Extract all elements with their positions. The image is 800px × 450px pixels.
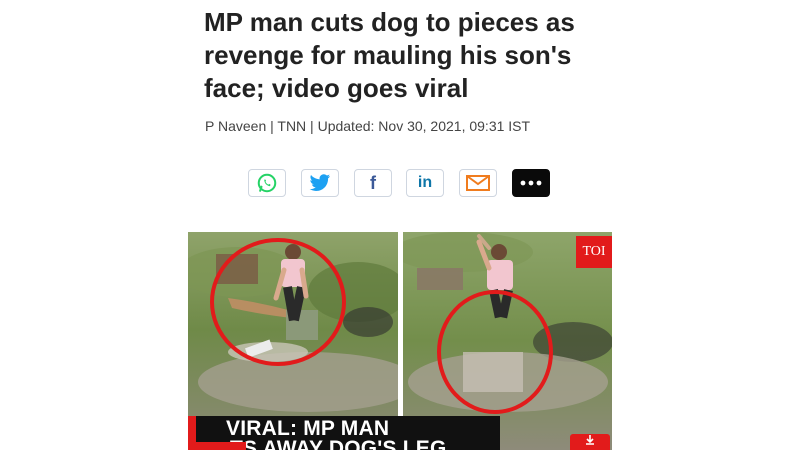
twitter-icon	[309, 174, 331, 191]
whatsapp-icon	[257, 173, 277, 193]
twitter-share-button[interactable]	[301, 169, 339, 197]
article: MP man cuts dog to pieces as revenge for…	[0, 0, 800, 450]
article-headline: MP man cuts dog to pieces as revenge for…	[204, 7, 575, 103]
video-thumbnail[interactable]: TOI VIRAL: MP MAN TS AWAY DOG'S LEG	[188, 232, 612, 450]
caption-line-2: TS AWAY DOG'S LEG	[230, 437, 447, 450]
download-icon	[586, 435, 594, 445]
more-icon	[520, 180, 542, 186]
facebook-icon: f	[370, 172, 376, 193]
email-share-button[interactable]	[459, 169, 497, 197]
facebook-share-button[interactable]: f	[354, 169, 392, 197]
save-button[interactable]	[570, 434, 610, 450]
whatsapp-share-button[interactable]	[248, 169, 286, 197]
more-share-button[interactable]	[512, 169, 550, 197]
video-caption: VIRAL: MP MAN TS AWAY DOG'S LEG	[226, 418, 496, 450]
mail-icon	[466, 175, 490, 191]
video-badge	[188, 442, 246, 450]
article-byline: P Naveen | TNN | Updated: Nov 30, 2021, …	[205, 118, 531, 134]
toi-watermark: TOI	[576, 236, 612, 268]
linkedin-share-button[interactable]: in	[406, 169, 444, 197]
linkedin-icon: in	[417, 174, 433, 191]
